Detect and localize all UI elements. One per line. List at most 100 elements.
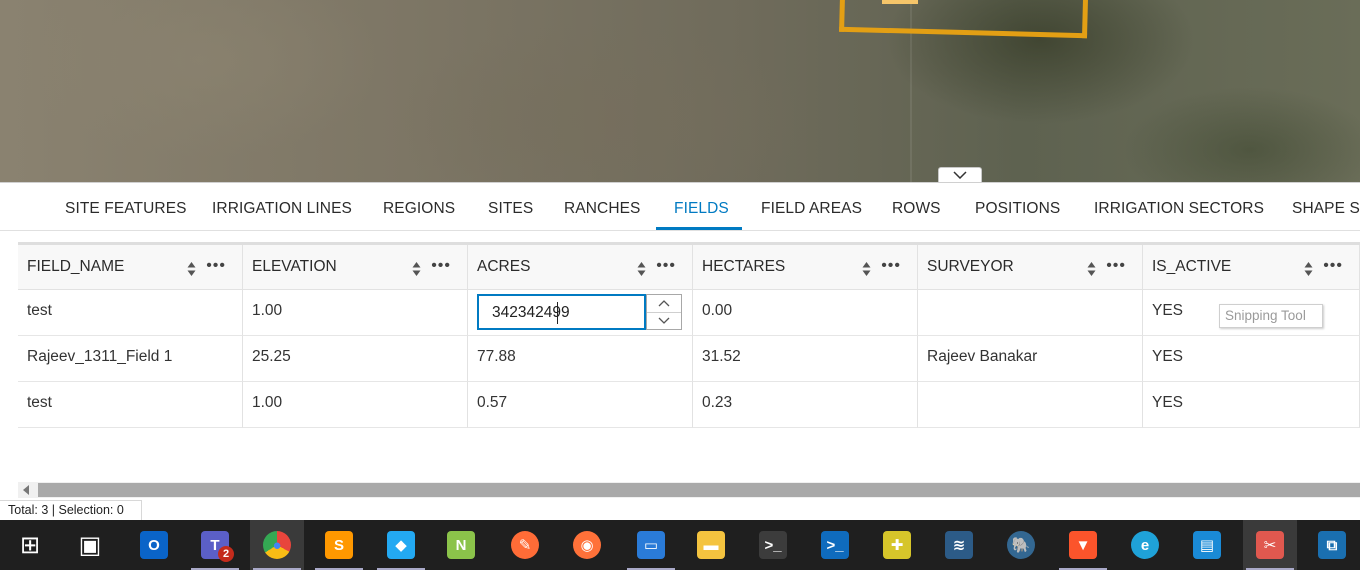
column-header-is-active[interactable]: IS_ACTIVE ••• [1143,245,1360,290]
taskbar-desktop-switch[interactable]: ⧉ [1305,520,1359,570]
map-view[interactable] [0,0,1360,182]
taskbar-file-explorer[interactable]: ▬ [684,520,738,570]
table-cell[interactable]: 31.52 [693,336,918,382]
taskbar-task-view[interactable]: ▣ [63,520,117,570]
text-caret [557,302,558,324]
table-cell[interactable]: 0.00 [693,290,918,336]
column-header-field-name[interactable]: FIELD_NAME ••• [18,245,243,290]
tab-shape-se[interactable]: SHAPE SE [1292,183,1360,230]
taskbar-chrome[interactable]: ● [250,520,304,570]
tab-rows[interactable]: ROWS [892,183,941,230]
sort-icon[interactable] [862,261,871,277]
outlook-icon: O [140,531,168,559]
tab-field-areas[interactable]: FIELD AREAS [761,183,862,230]
table-cell[interactable]: 0.57 [468,382,693,428]
column-menu-icon[interactable]: ••• [656,257,676,275]
taskbar-mysql-workbench[interactable]: ≋ [932,520,986,570]
cell-value: 25.25 [252,348,291,365]
sort-icon[interactable] [637,261,646,277]
acres-cell-editor[interactable]: 342342499 [477,294,682,330]
column-header-label: IS_ACTIVE [1152,258,1232,275]
cell-value: 1.00 [252,302,283,319]
sort-icon[interactable] [412,261,421,277]
column-header-elevation[interactable]: ELEVATION ••• [243,245,468,290]
taskbar-color-picker[interactable]: ✚ [870,520,924,570]
acres-number-input[interactable]: 342342499 [477,294,646,330]
taskbar: ⊞ ▣ O T 2 ● S ◆ N ✎ ◉ ▭ ▬ >_ >_ ✚ ≋ 🐘 ▼ e ▤ ✂ ⧉ [0,520,1360,570]
column-header-surveyor[interactable]: SURVEYOR ••• [918,245,1143,290]
chevron-up-icon[interactable] [658,299,670,307]
notepad-plus-plus-icon: N [447,531,475,559]
taskbar-snipping-tool[interactable]: ✂ [1243,520,1297,570]
sort-icon[interactable] [1087,261,1096,277]
color-picker-icon: ✚ [883,531,911,559]
table-cell[interactable]: Rajeev_1311_Field 1 [18,336,243,382]
column-header-hectares[interactable]: HECTARES ••• [693,245,918,290]
taskbar-firefox[interactable]: ◉ [560,520,614,570]
chrome-icon: ● [263,531,291,559]
table-cell[interactable]: test [18,382,243,428]
taskbar-terminal[interactable]: >_ [746,520,800,570]
table-cell[interactable] [918,290,1143,336]
chevron-down-icon[interactable] [658,317,670,325]
taskbar-sublime-text[interactable]: S [312,520,366,570]
column-header-label: HECTARES [702,258,786,275]
tab-fields[interactable]: FIELDS [674,183,729,230]
taskbar-windows-start[interactable]: ⊞ [3,520,57,570]
taskbar-postman[interactable]: ✎ [498,520,552,570]
table-cell[interactable]: 1.00 [243,382,468,428]
taskbar-teams[interactable]: T2 [188,520,242,570]
scroll-left-icon[interactable] [22,485,30,495]
cell-value: 1.00 [252,394,283,411]
table-cell[interactable] [918,382,1143,428]
column-menu-icon[interactable]: ••• [431,257,451,275]
taskbar-powershell[interactable]: >_ [808,520,862,570]
acres-stepper[interactable] [646,294,682,330]
scrollbar-thumb[interactable] [38,483,1360,497]
column-menu-icon[interactable]: ••• [881,257,901,275]
tab-irrigation-lines[interactable]: IRRIGATION LINES [212,183,352,230]
tab-positions[interactable]: POSITIONS [975,183,1060,230]
collapse-panel-button[interactable] [938,167,982,182]
column-menu-icon[interactable]: ••• [206,257,226,275]
tab-regions[interactable]: REGIONS [383,183,455,230]
powershell-icon: >_ [821,531,849,559]
taskbar-vscode[interactable]: ◆ [374,520,428,570]
taskbar-remote-desktop[interactable]: ▭ [624,520,678,570]
taskbar-outlook[interactable]: O [127,520,181,570]
table-cell[interactable]: 1.00 [243,290,468,336]
tab-sites[interactable]: SITES [488,183,533,230]
sublime-text-icon: S [325,531,353,559]
status-bar: Total: 3 | Selection: 0 [0,500,1360,520]
firefox-icon: ◉ [573,531,601,559]
column-menu-icon[interactable]: ••• [1323,257,1343,275]
taskbar-edge[interactable]: e [1118,520,1172,570]
active-tab-indicator [656,227,742,230]
table-cell[interactable]: Rajeev Banakar [918,336,1143,382]
taskbar-pgadmin[interactable]: 🐘 [994,520,1048,570]
horizontal-scrollbar[interactable] [18,482,1360,498]
sort-icon[interactable] [187,261,196,277]
column-header-acres[interactable]: ACRES ••• [468,245,693,290]
table-cell[interactable]: 77.88 [468,336,693,382]
column-header-label: FIELD_NAME [27,258,125,275]
table-cell[interactable]: 0.23 [693,382,918,428]
snipping-tool-icon: ✂ [1256,531,1284,559]
desktop-switch-icon: ⧉ [1318,531,1346,559]
tab-site-features[interactable]: SITE FEATURES [65,183,187,230]
taskbar-remote-app[interactable]: ▤ [1180,520,1234,570]
vscode-icon: ◆ [387,531,415,559]
column-menu-icon[interactable]: ••• [1106,257,1126,275]
tab-ranches[interactable]: RANCHES [564,183,641,230]
snipping-tool-tooltip: Snipping Tool [1219,304,1323,328]
taskbar-notepad-plus-plus[interactable]: N [434,520,488,570]
sort-icon[interactable] [1304,261,1313,277]
table-cell[interactable]: test [18,290,243,336]
brave-icon: ▼ [1069,531,1097,559]
table-cell[interactable]: YES [1143,336,1360,382]
table-cell[interactable]: 25.25 [243,336,468,382]
table-cell[interactable]: YES [1143,382,1360,428]
taskbar-brave[interactable]: ▼ [1056,520,1110,570]
selected-field-outline[interactable] [839,0,1089,39]
tab-irrigation-sectors[interactable]: IRRIGATION SECTORS [1094,183,1264,230]
